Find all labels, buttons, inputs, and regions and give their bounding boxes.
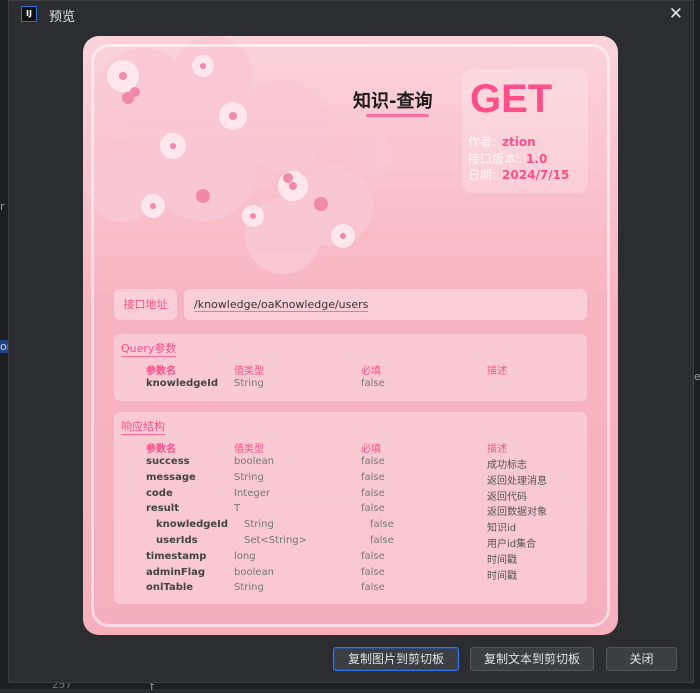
- response-header-row: 参数名 值类型 必填 描述: [114, 440, 587, 456]
- param-type: T: [234, 503, 241, 515]
- param-required: false: [370, 535, 394, 546]
- copy-text-button[interactable]: 复制文本到剪切板: [470, 647, 594, 671]
- param-type: Integer: [234, 487, 270, 499]
- query-params-title: Query参数: [121, 342, 177, 357]
- response-structure-title: 响应结构: [121, 420, 165, 435]
- param-desc: 用户id集合: [487, 539, 537, 550]
- column-header: 描述: [487, 444, 507, 455]
- date-label: 日期:: [468, 168, 497, 182]
- param-required: false: [361, 456, 385, 467]
- url-text: /knowledge/oaKnowledge/users: [194, 298, 369, 312]
- http-method: GET: [470, 77, 553, 121]
- column-header: 值类型: [234, 366, 264, 377]
- title-bar: IJ 预览 ✕: [9, 1, 693, 29]
- close-button[interactable]: 关闭: [606, 647, 677, 671]
- param-name: success: [146, 456, 190, 467]
- param-name: result: [146, 503, 179, 515]
- param-name: userIds: [156, 535, 198, 546]
- param-desc: 知识id: [487, 523, 517, 535]
- preview-dialog: IJ 预览 ✕ 知识-查询 GET 作者: ztion 接口版本: 1.0 日期…: [8, 0, 694, 683]
- param-required: false: [361, 471, 385, 483]
- query-params-panel: Query参数 参数名 值类型 必填 描述 knowledgeId String…: [114, 334, 587, 401]
- param-type: String: [234, 582, 264, 594]
- api-title: 知识-查询: [353, 91, 433, 112]
- title-underline: [366, 114, 429, 117]
- version-row: 接口版本: 1.0: [468, 150, 547, 167]
- author-row: 作者: ztion: [468, 133, 536, 150]
- version-label: 接口版本:: [468, 152, 521, 166]
- param-type: boolean: [234, 456, 274, 467]
- param-required: false: [361, 550, 385, 562]
- table-row: userIds Set<String> false 用户id集合: [114, 535, 587, 551]
- param-type: Set<String>: [244, 535, 308, 546]
- version-value: 1.0: [526, 152, 548, 166]
- date-value: 2024/7/15: [502, 168, 570, 182]
- param-type: String: [234, 378, 264, 389]
- api-info-box: GET 作者: ztion 接口版本: 1.0 日期: 2024/7/15: [462, 69, 588, 193]
- param-desc: 成功标志: [487, 460, 527, 471]
- ide-text-fragment: e: [694, 370, 700, 383]
- param-desc: 返回数据对象: [487, 507, 547, 519]
- param-name: code: [146, 487, 173, 499]
- table-row: knowledgeId String false 知识id: [114, 519, 587, 535]
- ide-text-fragment: on: [0, 340, 8, 353]
- param-required: false: [361, 566, 385, 578]
- param-type: boolean: [234, 566, 274, 578]
- param-required: false: [361, 503, 385, 515]
- window-title: 预览: [49, 10, 76, 25]
- table-row: adminFlag boolean false 时间戳: [114, 567, 587, 583]
- param-required: false: [361, 487, 385, 499]
- ide-text-fragment: r: [0, 200, 5, 213]
- param-name: adminFlag: [146, 566, 206, 578]
- table-row: message String false 返回处理消息: [114, 472, 587, 488]
- table-row: result Tfalse 返回数据对象: [114, 503, 587, 519]
- url-row: 接口地址 /knowledge/oaKnowledge/users: [114, 289, 587, 320]
- param-name: onlTable: [146, 582, 194, 594]
- column-header: 描述: [487, 366, 507, 377]
- column-header: 必填: [361, 444, 381, 455]
- column-header: 参数名: [146, 366, 176, 377]
- param-desc: 返回代码: [487, 491, 527, 503]
- param-type: long: [234, 550, 256, 562]
- table-row: onlTable String false: [114, 582, 587, 598]
- table-row: timestamp long false 时间戳: [114, 551, 587, 567]
- api-preview-card: 知识-查询 GET 作者: ztion 接口版本: 1.0 日期: 2024/7/15…: [83, 36, 618, 635]
- query-header-row: 参数名 值类型 必填 描述: [114, 362, 587, 378]
- author-value: ztion: [502, 135, 536, 149]
- param-required: false: [370, 519, 394, 531]
- date-row: 日期: 2024/7/15: [468, 166, 569, 183]
- author-label: 作者:: [468, 135, 497, 149]
- url-label: 接口地址: [114, 289, 177, 320]
- response-structure-panel: 响应结构 参数名 值类型 必填 描述 success boolean false 成功…: [114, 412, 587, 604]
- column-header: 必填: [361, 366, 381, 377]
- column-header: 参数名: [146, 444, 176, 455]
- param-desc: 时间戳: [487, 570, 517, 582]
- param-desc: 时间戳: [487, 554, 517, 566]
- param-required: false: [361, 378, 385, 389]
- param-name: timestamp: [146, 550, 207, 562]
- table-row: success boolean false 成功标志: [114, 456, 587, 472]
- param-type: String: [234, 471, 264, 483]
- param-name: message: [146, 471, 196, 483]
- param-type: String: [244, 519, 274, 531]
- param-required: false: [361, 582, 385, 594]
- table-row: knowledgeId String false: [114, 378, 587, 394]
- url-value: /knowledge/oaKnowledge/users: [184, 289, 587, 320]
- intellij-app-icon: IJ: [21, 6, 37, 22]
- param-desc: 返回处理消息: [487, 475, 547, 487]
- close-icon[interactable]: ✕: [669, 4, 683, 24]
- param-name: knowledgeId: [146, 378, 219, 389]
- table-row: code Integer false 返回代码: [114, 488, 587, 504]
- param-name: knowledgeId: [156, 519, 229, 531]
- column-header: 值类型: [234, 444, 264, 455]
- copy-image-button[interactable]: 复制图片到剪切板: [333, 647, 459, 671]
